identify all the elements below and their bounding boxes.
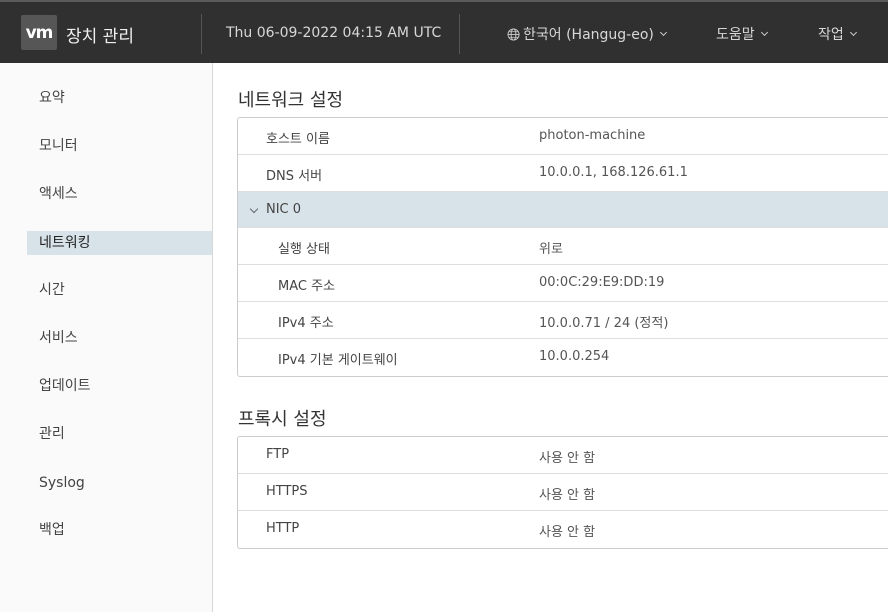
network-settings-panel: 호스트 이름 photon-machine DNS 서버 10.0.0.1, 1…	[237, 117, 888, 377]
vm-logo: vm	[21, 15, 57, 50]
row-label: 호스트 이름	[266, 132, 330, 147]
hostname-row: 호스트 이름 photon-machine	[238, 118, 888, 155]
language-menu[interactable]: 한국어 (Hangug-eo)	[507, 24, 667, 44]
proxy-settings-title: 프록시 설정	[238, 409, 327, 430]
header-divider	[201, 14, 202, 54]
sidebar-item-access[interactable]: 액세스	[27, 182, 212, 206]
row-value: 10.0.0.71 / 24 (정적)	[539, 316, 669, 331]
row-label: IPv4 주소	[278, 316, 334, 331]
app-title: 장치 관리	[66, 27, 134, 47]
sidebar-item-backup[interactable]: 백업	[27, 518, 212, 542]
row-label: FTP	[266, 447, 290, 462]
sidebar-item-summary[interactable]: 요약	[27, 86, 212, 110]
row-label: HTTPS	[266, 484, 308, 499]
chevron-down-icon	[659, 28, 667, 36]
row-value: photon-machine	[539, 128, 646, 143]
globe-icon	[507, 27, 520, 41]
current-datetime: Thu 06-09-2022 04:15 AM UTC	[226, 25, 442, 41]
actions-label: 작업	[818, 27, 844, 43]
dns-row: DNS 서버 10.0.0.1, 168.126.61.1	[238, 155, 888, 192]
sidebar-nav: 요약 모니터 액세스 네트워킹 시간 서비스 업데이트 관리 Syslog 백업	[0, 63, 213, 612]
network-settings-title: 네트워크 설정	[238, 90, 344, 111]
nic-group-header[interactable]: NIC 0	[238, 192, 888, 228]
row-value: 10.0.0.254	[539, 349, 610, 364]
top-header: vm 장치 관리 Thu 06-09-2022 04:15 AM UTC 한국어…	[0, 0, 888, 63]
proxy-https-row: HTTPS 사용 안 함	[238, 474, 888, 511]
nic-gateway-row: IPv4 기본 게이트웨이 10.0.0.254	[238, 339, 888, 376]
language-label: 한국어 (Hangug-eo)	[523, 27, 654, 43]
nic-status-row: 실행 상태 위로	[238, 228, 888, 265]
chevron-down-icon	[849, 28, 857, 36]
header-divider	[459, 14, 460, 54]
row-value: 10.0.0.1, 168.126.61.1	[539, 165, 688, 180]
help-label: 도움말	[716, 27, 755, 43]
sidebar-item-monitor[interactable]: 모니터	[27, 134, 212, 158]
proxy-settings-panel: FTP 사용 안 함 HTTPS 사용 안 함 HTTP 사용 안 함	[237, 436, 888, 549]
row-label: DNS 서버	[266, 169, 323, 184]
chevron-down-icon	[760, 28, 768, 36]
row-label: 실행 상태	[278, 242, 330, 257]
actions-menu[interactable]: 작업	[818, 24, 857, 44]
row-label: NIC 0	[266, 202, 302, 217]
help-menu[interactable]: 도움말	[716, 24, 768, 44]
sidebar-item-update[interactable]: 업데이트	[27, 374, 212, 398]
row-label: MAC 주소	[278, 279, 336, 294]
sidebar-item-networking[interactable]: 네트워킹	[27, 231, 212, 255]
row-value: 사용 안 함	[539, 525, 596, 540]
row-value: 사용 안 함	[539, 451, 596, 466]
nic-ipv4-row: IPv4 주소 10.0.0.71 / 24 (정적)	[238, 302, 888, 339]
nic-mac-row: MAC 주소 00:0C:29:E9:DD:19	[238, 265, 888, 302]
chevron-down-icon[interactable]	[249, 204, 259, 214]
sidebar-item-syslog[interactable]: Syslog	[27, 471, 212, 495]
sidebar-item-administration[interactable]: 관리	[27, 422, 212, 446]
proxy-ftp-row: FTP 사용 안 함	[238, 437, 888, 474]
sidebar-item-services[interactable]: 서비스	[27, 326, 212, 350]
proxy-http-row: HTTP 사용 안 함	[238, 511, 888, 548]
row-value: 사용 안 함	[539, 488, 596, 503]
row-label: HTTP	[266, 521, 300, 536]
row-value: 위로	[539, 242, 563, 257]
sidebar-item-time[interactable]: 시간	[27, 278, 212, 302]
row-value: 00:0C:29:E9:DD:19	[539, 275, 665, 290]
row-label: IPv4 기본 게이트웨이	[278, 353, 398, 368]
